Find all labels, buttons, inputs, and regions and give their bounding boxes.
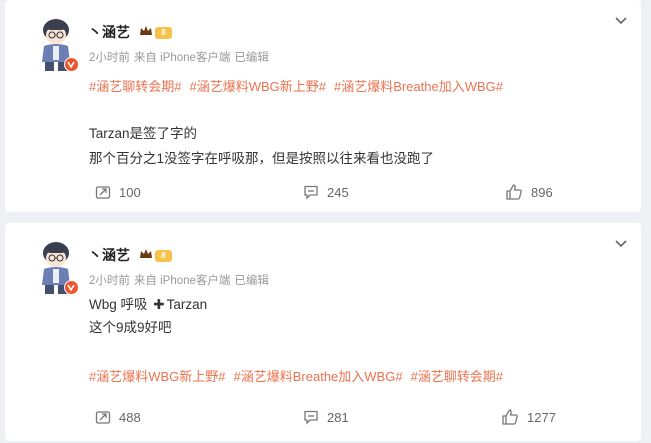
- post-card: 丶涵艺 8 2小时前 来自 iPhone客户端 已编辑 #涵艺聊转会期# #涵艺爆料W…: [5, 0, 641, 212]
- crown-icon: [140, 26, 152, 35]
- comment-button[interactable]: 281: [303, 406, 349, 428]
- chevron-down-icon[interactable]: [615, 17, 627, 25]
- comment-count: 245: [327, 184, 349, 200]
- post-text: Tarzan: [166, 297, 208, 312]
- like-count: 1277: [527, 409, 556, 425]
- repost-button[interactable]: 100: [95, 181, 141, 203]
- plus-icon: ✚: [153, 297, 165, 312]
- post-source: 来自 iPhone客户端: [133, 52, 231, 64]
- verified-icon: [67, 61, 75, 69]
- level-badge: 8: [155, 27, 172, 39]
- post-meta: 2小时前 来自 iPhone客户端 已编辑: [89, 273, 269, 289]
- edited-label[interactable]: 已编辑: [234, 275, 269, 287]
- action-bar: 488 281 1277: [5, 406, 641, 428]
- repost-count: 100: [119, 184, 141, 200]
- level-badge: 8: [155, 250, 172, 262]
- post-card: 丶涵艺 8 2小时前 来自 iPhone客户端 已编辑 Wbg 呼吸 ✚ Tarzan…: [5, 223, 641, 441]
- hashtag[interactable]: #涵艺聊转会期#: [89, 79, 181, 94]
- post-text: Wbg 呼吸: [89, 297, 148, 312]
- chevron-down-icon[interactable]: [615, 240, 627, 248]
- username[interactable]: 丶涵艺: [88, 246, 130, 264]
- post-text-line: 这个9成9好吧: [89, 320, 172, 335]
- action-bar: 100 245 896: [5, 181, 641, 203]
- verified-badge: [64, 57, 79, 72]
- hashtag[interactable]: #涵艺爆料Breathe加入WBG#: [334, 79, 503, 94]
- hashtag[interactable]: #涵艺爆料WBG新上野#: [89, 369, 226, 384]
- post-time[interactable]: 2小时前: [89, 52, 130, 64]
- hashtag[interactable]: #涵艺聊转会期#: [411, 369, 503, 384]
- post-meta: 2小时前 来自 iPhone客户端 已编辑: [89, 50, 269, 66]
- post-source: 来自 iPhone客户端: [133, 275, 231, 287]
- comment-button[interactable]: 245: [303, 181, 349, 203]
- username[interactable]: 丶涵艺: [88, 23, 130, 41]
- post-text-line: 那个百分之1没签字在呼吸那，但是按照以往来看也没跑了: [89, 151, 435, 166]
- thumbs-up-icon: [502, 409, 518, 425]
- share-icon: [95, 411, 111, 424]
- thumbs-up-icon: [506, 184, 522, 200]
- post-text-line: Wbg 呼吸 ✚ Tarzan: [89, 296, 207, 314]
- repost-button[interactable]: 488: [95, 406, 141, 428]
- post-time[interactable]: 2小时前: [89, 275, 130, 287]
- repost-count: 488: [119, 409, 141, 425]
- comment-count: 281: [327, 409, 349, 425]
- hashtag-list: #涵艺聊转会期# #涵艺爆料WBG新上野# #涵艺爆料Breathe加入WBG#: [89, 78, 503, 96]
- comment-icon: [304, 185, 318, 200]
- like-button[interactable]: 1277: [501, 406, 556, 428]
- like-count: 896: [531, 184, 553, 200]
- verified-badge: [64, 280, 79, 295]
- like-button[interactable]: 896: [505, 181, 553, 203]
- verified-icon: [67, 284, 75, 292]
- hashtag-list: #涵艺爆料WBG新上野# #涵艺爆料Breathe加入WBG# #涵艺聊转会期#: [89, 368, 503, 386]
- post-text-line: Tarzan是签了字的: [89, 126, 198, 141]
- hashtag[interactable]: #涵艺爆料Breathe加入WBG#: [234, 369, 403, 384]
- crown-icon: [140, 249, 152, 258]
- edited-label[interactable]: 已编辑: [234, 52, 269, 64]
- hashtag[interactable]: #涵艺爆料WBG新上野#: [189, 79, 326, 94]
- share-icon: [95, 186, 111, 199]
- comment-icon: [304, 410, 318, 425]
